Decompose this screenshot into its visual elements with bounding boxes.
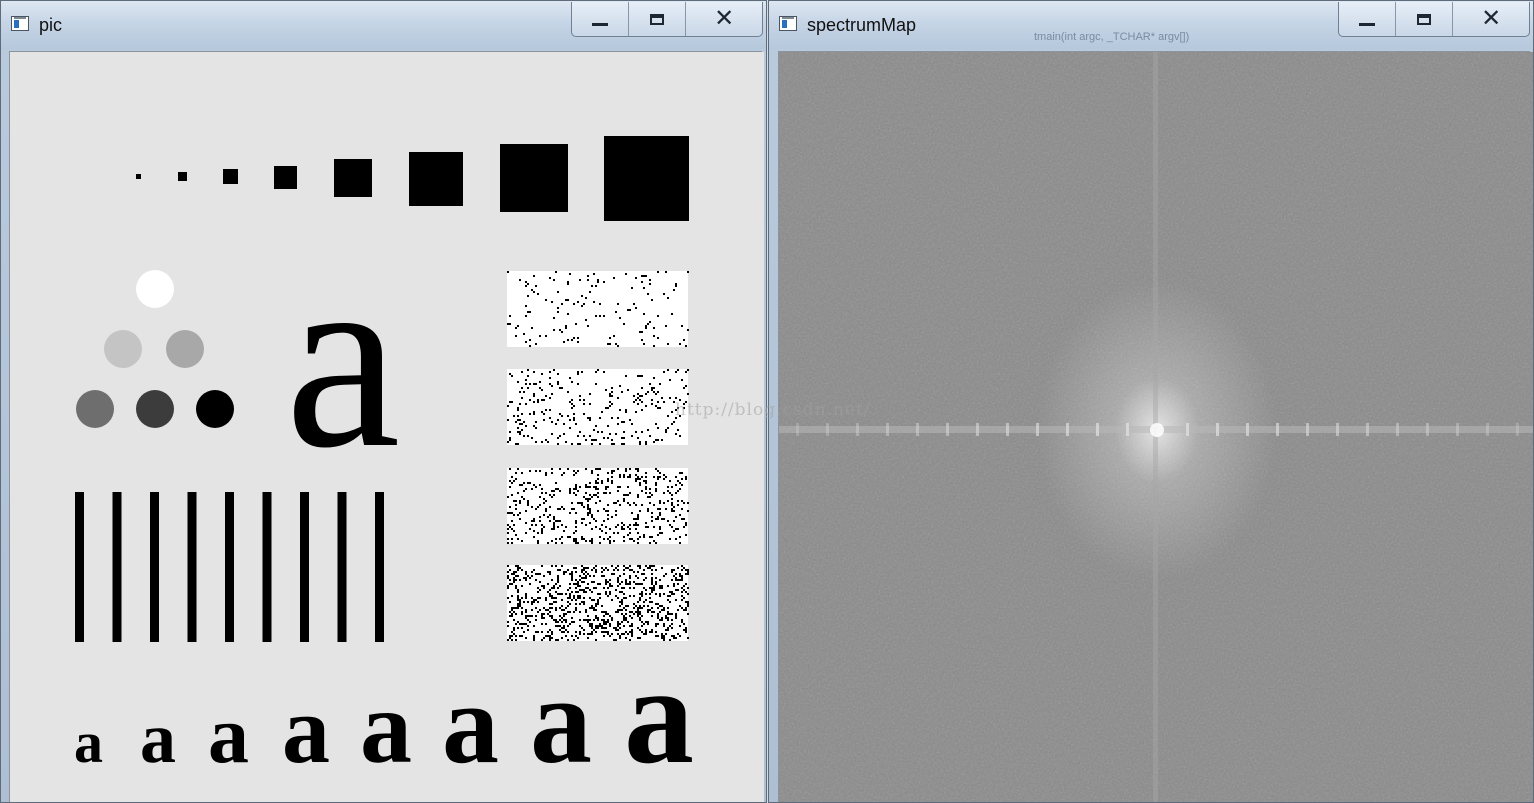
square-6 <box>409 152 463 206</box>
spectrum-caption-buttons: ✕ <box>1338 2 1530 37</box>
spectrum-peak-12-left <box>796 423 799 436</box>
circle-3 <box>166 330 204 368</box>
pic-close-button[interactable]: ✕ <box>686 2 762 36</box>
minimize-icon <box>592 23 609 26</box>
small-letter-a-7: a <box>530 652 592 789</box>
square-5 <box>334 159 372 197</box>
pic-window: pic ✕ aaaaaaaaa <box>0 0 767 803</box>
app-window-icon <box>779 16 797 31</box>
square-8 <box>604 136 689 221</box>
square-1 <box>136 174 141 179</box>
pic-minimize-button[interactable] <box>572 2 630 36</box>
bar-7 <box>300 492 309 642</box>
circle-4 <box>76 390 114 428</box>
spectrum-peak-9-right <box>1426 423 1429 436</box>
bar-1 <box>75 492 84 642</box>
small-letter-a-1: a <box>74 710 103 775</box>
pic-image-area: aaaaaaaaa <box>9 51 764 802</box>
spectrum-peak-9-left <box>886 423 889 436</box>
spectrum-peak-3-left <box>1066 423 1069 436</box>
square-2 <box>178 172 187 181</box>
small-letter-a-5: a <box>360 670 412 785</box>
spectrum-peak-7-left <box>946 423 949 436</box>
circle-6 <box>196 390 234 428</box>
pic-window-title: pic <box>39 15 63 35</box>
spectrum-peak-4-left <box>1036 423 1039 436</box>
bar-4 <box>187 492 197 642</box>
spectrum-peak-6-left <box>976 423 979 436</box>
pic-caption-buttons: ✕ <box>571 2 763 37</box>
spectrum-peak-4-right <box>1276 423 1279 436</box>
background-editor-text: tmain(int argc, _TCHAR* argv[]) <box>1034 31 1190 43</box>
large-letter-a: a <box>285 214 400 502</box>
maximize-icon <box>1417 13 1432 25</box>
spectrum-minimize-button[interactable] <box>1339 2 1397 36</box>
spectrum-dc-point <box>1150 423 1164 437</box>
circle-5 <box>136 390 174 428</box>
spectrum-peak-11-right <box>1486 423 1489 436</box>
spectrum-window: spectrumMap ✕ <box>768 0 1534 803</box>
spectrum-peak-5-left <box>1006 423 1009 436</box>
spectrum-peak-8-right <box>1396 423 1399 436</box>
small-letter-a-8: a <box>624 638 694 793</box>
spectrum-image-area <box>778 51 1533 802</box>
bar-3 <box>150 492 159 642</box>
square-3 <box>223 169 238 184</box>
close-icon: ✕ <box>714 4 735 32</box>
spectrum-maximize-button[interactable] <box>1396 2 1454 36</box>
spectrum-peak-1-left <box>1126 423 1129 436</box>
circle-1 <box>136 270 174 308</box>
square-7 <box>500 144 568 212</box>
spectrum-peak-5-right <box>1306 423 1309 436</box>
maximize-icon <box>650 13 665 25</box>
small-letter-a-4: a <box>282 676 330 783</box>
minimize-icon <box>1359 23 1376 26</box>
spectrum-peak-2-left <box>1096 423 1099 436</box>
pic-maximize-button[interactable] <box>629 2 687 36</box>
bar-5 <box>225 492 234 642</box>
watermark: http://blog.csdn.net/ <box>675 400 871 420</box>
spectrum-peak-10-left <box>856 423 859 436</box>
app-window-icon <box>11 16 29 31</box>
spectrum-window-title: spectrumMap <box>807 15 917 35</box>
circle-2 <box>104 330 142 368</box>
small-letter-a-2: a <box>140 698 176 778</box>
spectrum-image <box>779 52 1533 802</box>
spectrum-peak-6-right <box>1336 423 1339 436</box>
spectrum-peak-1-right <box>1186 423 1189 436</box>
pic-titlebar[interactable]: pic ✕ <box>1 1 766 49</box>
spectrum-peak-3-right <box>1246 423 1249 436</box>
square-4 <box>274 166 297 189</box>
bar-2 <box>112 492 122 642</box>
spectrum-peak-12-right <box>1516 423 1519 436</box>
spectrum-peak-8-left <box>916 423 919 436</box>
small-letter-a-3: a <box>208 689 249 780</box>
spectrum-peak-2-right <box>1216 423 1219 436</box>
bar-8 <box>337 492 347 642</box>
test-pattern-image: aa a a a a a a a <box>10 52 764 802</box>
small-letter-a-6: a <box>442 660 499 787</box>
bar-9 <box>375 492 384 642</box>
close-icon: ✕ <box>1481 4 1502 32</box>
spectrum-peak-11-left <box>826 423 829 436</box>
bar-6 <box>262 492 272 642</box>
spectrum-close-button[interactable]: ✕ <box>1453 2 1529 36</box>
spectrum-peak-7-right <box>1366 423 1369 436</box>
spectrum-peak-10-right <box>1456 423 1459 436</box>
